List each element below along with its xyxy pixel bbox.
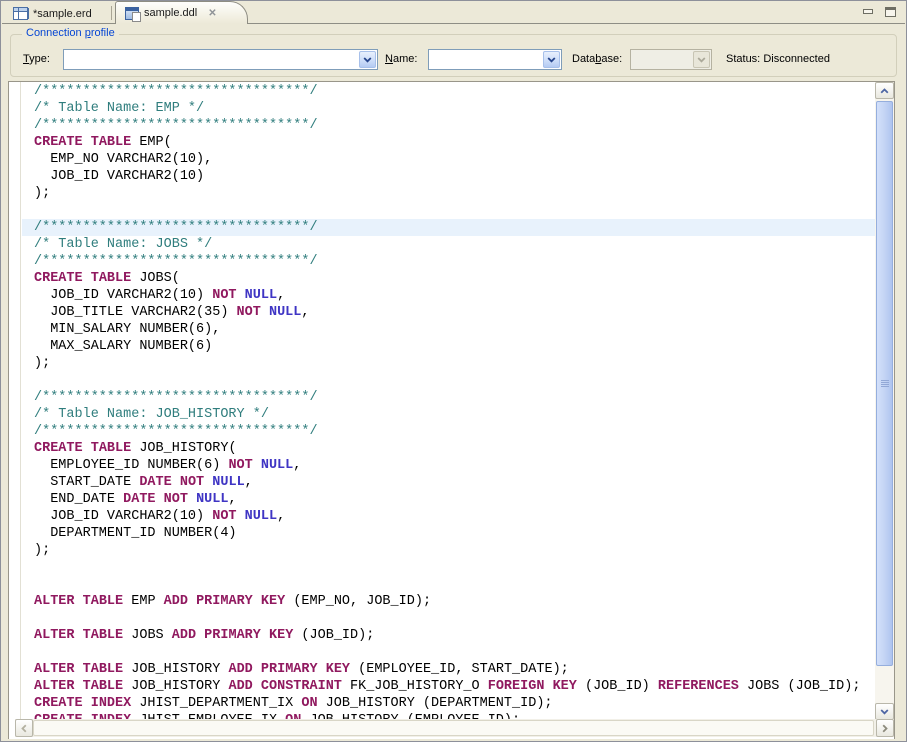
code-line[interactable]: EMP_NO VARCHAR2(10), <box>22 151 875 168</box>
chevron-down-icon <box>363 57 372 63</box>
code-line[interactable]: CREATE INDEX JHIST_DEPARTMENT_IX ON JOB_… <box>22 695 875 712</box>
tab-bar: *sample.erd sample.ddl ✕ <box>2 1 905 24</box>
code-line[interactable]: ALTER TABLE JOB_HISTORY ADD CONSTRAINT F… <box>22 678 875 695</box>
code-line[interactable] <box>22 559 875 576</box>
vertical-scrollbar-thumb[interactable] <box>876 101 893 666</box>
database-label-text: ase: <box>601 53 622 65</box>
code-line[interactable]: CREATE TABLE JOB_HISTORY( <box>22 440 875 457</box>
chevron-up-icon <box>880 88 889 94</box>
code-line[interactable]: MIN_SALARY NUMBER(6), <box>22 321 875 338</box>
view-controls <box>861 5 897 18</box>
scroll-down-button[interactable] <box>875 703 894 720</box>
scrollbar-grip-icon <box>881 380 889 381</box>
code-line[interactable]: ALTER TABLE JOBS ADD PRIMARY KEY (JOB_ID… <box>22 627 875 644</box>
ddl-editor-window: *sample.erd sample.ddl ✕ Connection prof… <box>0 0 907 742</box>
code-line[interactable]: JOB_ID VARCHAR2(10) NOT NULL, <box>22 508 875 525</box>
type-label: Type: <box>23 53 50 65</box>
maximize-icon <box>885 7 896 17</box>
chevron-down-icon <box>697 57 706 63</box>
table-icon <box>13 7 28 20</box>
code-line[interactable]: ); <box>22 542 875 559</box>
code-line[interactable]: ALTER TABLE EMP ADD PRIMARY KEY (EMP_NO,… <box>22 593 875 610</box>
code-line[interactable]: ); <box>22 355 875 372</box>
code-line[interactable]: /*********************************/ <box>22 253 875 270</box>
code-line[interactable]: /*********************************/ <box>22 83 875 100</box>
close-icon[interactable]: ✕ <box>208 8 216 19</box>
vertical-scrollbar[interactable] <box>875 82 894 720</box>
tab-divider <box>111 6 112 20</box>
vertical-scroll-track[interactable] <box>875 99 894 703</box>
name-label: Name: <box>385 53 417 65</box>
code-line[interactable]: CREATE TABLE EMP( <box>22 134 875 151</box>
code-line[interactable]: /*********************************/ <box>22 219 875 236</box>
groupbox-title: Connection profile <box>22 27 119 39</box>
ddl-file-icon <box>125 7 139 20</box>
connection-profile-panel: Connection profile Type: Name: Database: <box>2 25 905 81</box>
horizontal-scroll-track[interactable] <box>33 719 876 737</box>
name-label-mnemonic: N <box>385 53 393 65</box>
code-line[interactable]: START_DATE DATE NOT NULL, <box>22 474 875 491</box>
code-line[interactable]: EMPLOYEE_ID NUMBER(6) NOT NULL, <box>22 457 875 474</box>
name-combo-button[interactable] <box>543 51 560 68</box>
status-label: Status: <box>726 53 760 65</box>
horizontal-scrollbar-thumb[interactable] <box>33 720 874 736</box>
chevron-right-icon <box>882 724 888 733</box>
code-line[interactable] <box>22 644 875 661</box>
code-line[interactable]: /* Table Name: JOB_HISTORY */ <box>22 406 875 423</box>
code-line[interactable]: MAX_SALARY NUMBER(6) <box>22 338 875 355</box>
code-line[interactable]: /* Table Name: EMP */ <box>22 100 875 117</box>
type-combo-button[interactable] <box>359 51 376 68</box>
code-line[interactable]: JOB_ID VARCHAR2(10) <box>22 168 875 185</box>
tab-label: sample.ddl <box>144 7 197 19</box>
code-line[interactable]: JOB_ID VARCHAR2(10) NOT NULL, <box>22 287 875 304</box>
database-label: Database: <box>572 53 622 65</box>
scroll-up-button[interactable] <box>875 82 894 99</box>
status-value: Disconnected <box>763 53 830 65</box>
scroll-left-button[interactable] <box>15 719 33 737</box>
code-line[interactable]: ); <box>22 185 875 202</box>
code-line[interactable] <box>22 610 875 627</box>
chevron-left-icon <box>21 724 27 733</box>
tab-sample-erd[interactable]: *sample.erd <box>5 3 100 24</box>
status-text: Status: Disconnected <box>726 53 830 65</box>
annotation-ruler <box>9 82 21 720</box>
code-line[interactable]: JOB_TITLE VARCHAR2(35) NOT NULL, <box>22 304 875 321</box>
code-line[interactable] <box>22 202 875 219</box>
database-combo-button <box>693 51 710 68</box>
code-line[interactable]: /* Table Name: JOBS */ <box>22 236 875 253</box>
chevron-down-icon <box>880 709 889 715</box>
scroll-right-button[interactable] <box>876 719 894 737</box>
code-line[interactable]: /*********************************/ <box>22 423 875 440</box>
type-combo[interactable] <box>63 49 378 70</box>
title-text: Connection <box>26 27 85 39</box>
chevron-down-icon <box>547 57 556 63</box>
name-combo[interactable] <box>428 49 562 70</box>
code-line[interactable]: ALTER TABLE JOB_HISTORY ADD PRIMARY KEY … <box>22 661 875 678</box>
editor-area: /*********************************//* Ta… <box>8 81 895 739</box>
code-line[interactable]: /*********************************/ <box>22 389 875 406</box>
name-label-text: ame: <box>393 53 417 65</box>
type-label-text: ype: <box>29 53 50 65</box>
database-combo <box>630 49 712 70</box>
connection-profile-groupbox: Connection profile Type: Name: Database: <box>10 34 897 77</box>
tab-sample-ddl[interactable]: sample.ddl ✕ <box>115 1 248 24</box>
code-line[interactable] <box>22 372 875 389</box>
code-line[interactable] <box>22 576 875 593</box>
maximize-button[interactable] <box>883 5 897 18</box>
code-line[interactable]: /*********************************/ <box>22 117 875 134</box>
tab-label: *sample.erd <box>33 8 92 20</box>
database-label-text: Data <box>572 53 595 65</box>
code-editor[interactable]: /*********************************//* Ta… <box>22 82 875 720</box>
code-line[interactable]: END_DATE DATE NOT NULL, <box>22 491 875 508</box>
horizontal-scrollbar[interactable] <box>15 719 894 737</box>
minimize-button[interactable] <box>861 5 875 18</box>
minimize-icon <box>863 9 873 14</box>
code-line[interactable]: DEPARTMENT_ID NUMBER(4) <box>22 525 875 542</box>
code-line[interactable]: CREATE TABLE JOBS( <box>22 270 875 287</box>
title-text: rofile <box>91 27 115 39</box>
